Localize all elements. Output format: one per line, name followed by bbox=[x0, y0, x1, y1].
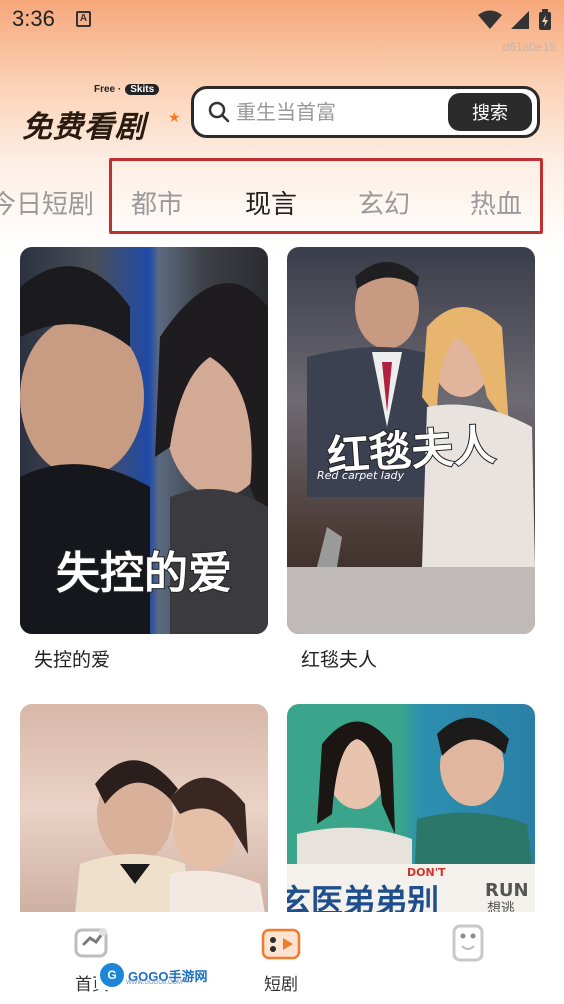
nav-short-drama[interactable]: 短剧 bbox=[241, 924, 321, 995]
build-id: d61a0e15 bbox=[502, 40, 556, 54]
drama-cover[interactable]: DON'T 玄医弟弟别 RUN 想逃 bbox=[287, 704, 535, 914]
status-bar: 3:36 A bbox=[0, 0, 564, 40]
nav-profile[interactable] bbox=[428, 924, 508, 970]
notification-app-icon: A bbox=[76, 11, 91, 27]
bottom-navigation: 首页 短剧 bbox=[0, 912, 564, 1004]
logo-tagline: Free · Skits bbox=[94, 84, 160, 95]
app-logo: Free · Skits 免费看剧 ★ bbox=[22, 84, 182, 145]
cover-title: 失控的爱 bbox=[55, 547, 233, 600]
drama-title: 失控的爱 bbox=[34, 649, 111, 671]
wifi-icon bbox=[478, 10, 502, 29]
tab-fantasy[interactable]: 玄幻 bbox=[358, 184, 410, 221]
watermark-subtext: WWW.GOGO8.COM bbox=[126, 980, 182, 986]
tab-today-drama[interactable]: 今日短剧 bbox=[0, 184, 94, 221]
status-time: 3:36 bbox=[12, 6, 55, 31]
drama-cover[interactable]: 红毯夫人 Red carpet lady bbox=[287, 247, 535, 634]
watermark-logo-icon: G bbox=[100, 963, 124, 987]
profile-icon bbox=[452, 924, 484, 962]
status-indicators bbox=[478, 9, 552, 31]
search-bar[interactable]: 搜索 bbox=[191, 86, 540, 138]
cover-title: 玄医弟弟别 bbox=[287, 882, 439, 914]
tab-modern-romance[interactable]: 现言 bbox=[245, 184, 297, 221]
short-drama-icon bbox=[261, 928, 301, 960]
logo-text: 免费看剧 bbox=[22, 110, 146, 145]
drama-cover[interactable]: 失控的爱 bbox=[20, 247, 268, 634]
cover-illustration bbox=[75, 760, 265, 914]
logo-skits-label: Skits bbox=[125, 84, 160, 95]
tab-action[interactable]: 热血 bbox=[470, 184, 522, 221]
search-button[interactable]: 搜索 bbox=[448, 93, 532, 131]
cover-subtitle: Red carpet lady bbox=[317, 469, 405, 482]
signal-icon bbox=[511, 11, 529, 29]
drama-title: 红毯夫人 bbox=[301, 649, 378, 671]
drama-cover[interactable] bbox=[20, 704, 268, 914]
site-watermark: G GOGO手游网 WWW.GOGO8.COM bbox=[96, 960, 208, 990]
logo-free-label: Free · bbox=[94, 84, 122, 95]
search-icon bbox=[208, 101, 230, 123]
home-icon bbox=[74, 928, 108, 958]
category-tabs: 今日短剧 都市 现言 玄幻 热血 bbox=[0, 160, 564, 235]
search-input[interactable] bbox=[236, 97, 436, 127]
battery-icon bbox=[539, 9, 551, 30]
nav-short-drama-label: 短剧 bbox=[264, 975, 298, 995]
tab-urban[interactable]: 都市 bbox=[131, 184, 183, 221]
star-icon: ★ bbox=[168, 110, 181, 126]
